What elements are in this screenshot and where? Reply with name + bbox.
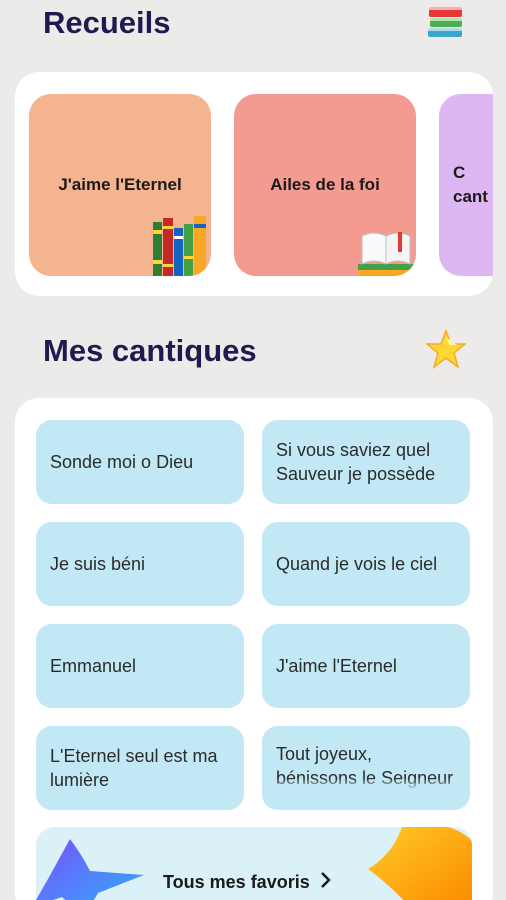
favoris-label: Tous mes favoris [163,872,310,892]
cantique-item[interactable]: Quand je vois le ciel [262,522,470,606]
cantique-item[interactable]: L'Eternel seul est ma lumière [36,726,244,810]
recueils-carousel[interactable]: J'aime l'Eternel Ailes de la foi C cant [15,72,493,296]
cantique-item[interactable]: Tout joyeux, bénissons le Seigneur [262,726,470,810]
recueils-header: Recueils [43,0,466,46]
cantiques-title: Mes cantiques [43,333,257,368]
books-icon [153,216,206,276]
cantique-label: J'aime l'Eternel [276,656,397,676]
open-book-icon [358,232,414,276]
recueil-tile-jaime-leternel[interactable]: J'aime l'Eternel [29,94,211,276]
cantiques-panel: Sonde moi o Dieu Si vous saviez quel Sau… [15,398,493,900]
cantique-label: Tout joyeux, bénissons le Seigneur [276,744,454,788]
star-icon [424,328,468,374]
books-stack-icon [426,2,466,45]
recueils-title: Recueils [43,5,171,40]
cantique-label: Quand je vois le ciel [276,554,438,574]
recueil-label: J'aime l'Eternel [58,175,182,194]
cantique-item[interactable]: Sonde moi o Dieu [36,420,244,504]
recueil-tile-ailes-de-la-foi[interactable]: Ailes de la foi [234,94,416,276]
cantiques-grid: Sonde moi o Dieu Si vous saviez quel Sau… [36,420,472,810]
recueil-tile-third[interactable]: C cant [439,94,493,276]
blue-star-decoration-icon [36,839,144,900]
cantique-item[interactable]: Emmanuel [36,624,244,708]
favoris-label-group: Tous mes favoris [163,872,332,893]
recueil-label: C cant [453,163,488,206]
cantique-label: L'Eternel seul est ma lumière [50,746,218,790]
cantique-label: Emmanuel [50,656,137,676]
cantique-label: Sonde moi o Dieu [50,452,194,472]
recueil-label: Ailes de la foi [270,175,380,194]
cantique-label: Je suis béni [50,554,146,574]
cantique-label: Si vous saviez quel Sauveur je possède [276,440,436,484]
cantique-item[interactable]: J'aime l'Eternel [262,624,470,708]
cantique-item[interactable]: Je suis béni [36,522,244,606]
orange-star-decoration-icon [368,827,472,900]
cantiques-header: Mes cantiques [43,328,468,374]
tous-mes-favoris-button[interactable]: Tous mes favoris [36,827,472,900]
cantique-item[interactable]: Si vous saviez quel Sauveur je possède [262,420,470,504]
chevron-right-icon [320,872,332,893]
